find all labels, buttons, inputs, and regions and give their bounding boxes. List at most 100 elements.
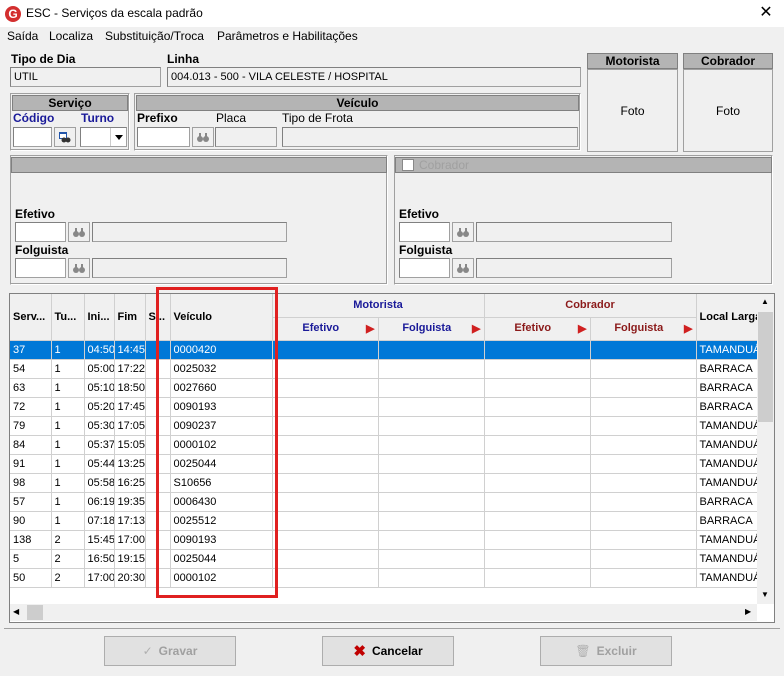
menu-parametros[interactable]: Parâmetros e Habilitações (217, 29, 358, 43)
prefixo-search-button[interactable] (192, 127, 214, 147)
cell-serv[interactable]: 98 (10, 473, 52, 493)
cell-turno[interactable]: 2 (51, 530, 85, 550)
scroll-down-icon[interactable]: ▼ (761, 590, 769, 599)
excluir-button[interactable]: 🗑 Excluir (540, 636, 672, 666)
cell-cobrador-folguista[interactable] (590, 568, 697, 588)
cell-cobrador-efetivo[interactable] (484, 473, 591, 493)
scroll-right-icon[interactable]: ▶ (745, 607, 751, 616)
cell-motorista-efetivo[interactable] (272, 473, 379, 493)
cell-fim[interactable]: 19:15 (114, 549, 146, 569)
table-row[interactable]: 63 1 05:10 18:50 0027660 BARRACA (10, 378, 769, 398)
cell-inicio[interactable]: 05:37 (84, 435, 115, 455)
cell-motorista-folguista[interactable] (378, 549, 485, 569)
cell-serv[interactable]: 90 (10, 511, 52, 531)
cell-motorista-folguista[interactable] (378, 416, 485, 436)
cell-fim[interactable]: 17:00 (114, 530, 146, 550)
close-icon[interactable]: ✕ (752, 3, 780, 23)
col-motorista-folguista[interactable]: Folguista ▶ (378, 317, 485, 341)
cobrador-checkbox[interactable] (402, 159, 414, 171)
cell-serv[interactable]: 138 (10, 530, 52, 550)
table-row[interactable]: 5 2 16:50 19:15 0025044 TAMANDUÁ (10, 549, 769, 569)
cell-inicio[interactable]: 04:50 (84, 340, 115, 360)
cell-inicio[interactable]: 06:19 (84, 492, 115, 512)
cell-cobrador-folguista[interactable] (590, 435, 697, 455)
cell-turno[interactable]: 1 (51, 492, 85, 512)
cell-turno[interactable]: 1 (51, 359, 85, 379)
cell-cobrador-folguista[interactable] (590, 378, 697, 398)
cell-cobrador-efetivo[interactable] (484, 568, 591, 588)
horizontal-scrollbar[interactable]: ◀ ▶ (10, 604, 757, 621)
cell-cobrador-folguista[interactable] (590, 549, 697, 569)
tipo-dia-field[interactable]: UTIL (10, 67, 161, 87)
cell-fim[interactable]: 16:25 (114, 473, 146, 493)
cell-fim[interactable]: 17:05 (114, 416, 146, 436)
col-cobrador-efetivo[interactable]: Efetivo ▶ (484, 317, 591, 341)
gravar-button[interactable]: ✓ Gravar (104, 636, 236, 666)
cell-motorista-efetivo[interactable] (272, 492, 379, 512)
cell-serv[interactable]: 63 (10, 378, 52, 398)
cell-fim[interactable]: 20:30 (114, 568, 146, 588)
table-row[interactable]: 98 1 05:58 16:25 S10656 TAMANDUÁ (10, 473, 769, 493)
folguista-search-button-right[interactable] (452, 258, 474, 278)
cell-turno[interactable]: 1 (51, 511, 85, 531)
col-turno[interactable]: Tu... (51, 294, 85, 341)
col-serv[interactable]: Serv... (10, 294, 52, 341)
cell-inicio[interactable]: 05:00 (84, 359, 115, 379)
cell-serv[interactable]: 50 (10, 568, 52, 588)
col-inicio[interactable]: Ini... (84, 294, 115, 341)
cell-motorista-folguista[interactable] (378, 359, 485, 379)
vertical-scrollbar[interactable]: ▲ ▼ (757, 294, 774, 604)
cell-turno[interactable]: 2 (51, 549, 85, 569)
calendar-search-button[interactable] (54, 127, 76, 147)
cell-serv[interactable]: 57 (10, 492, 52, 512)
linha-field[interactable]: 004.013 - 500 - VILA CELESTE / HOSPITAL (167, 67, 581, 87)
efetivo-input-right[interactable] (399, 222, 450, 242)
cell-serv[interactable]: 72 (10, 397, 52, 417)
cell-motorista-folguista[interactable] (378, 435, 485, 455)
cell-cobrador-efetivo[interactable] (484, 435, 591, 455)
cell-motorista-efetivo[interactable] (272, 530, 379, 550)
cell-inicio[interactable]: 05:20 (84, 397, 115, 417)
menu-saida[interactable]: Saída (7, 29, 38, 43)
cell-serv[interactable]: 79 (10, 416, 52, 436)
cell-fim[interactable]: 17:45 (114, 397, 146, 417)
prefixo-input[interactable] (137, 127, 190, 147)
cell-fim[interactable]: 18:50 (114, 378, 146, 398)
cell-fim[interactable]: 19:35 (114, 492, 146, 512)
cell-cobrador-folguista[interactable] (590, 359, 697, 379)
cell-motorista-efetivo[interactable] (272, 397, 379, 417)
cell-motorista-efetivo[interactable] (272, 568, 379, 588)
scroll-thumb-h[interactable] (27, 605, 43, 620)
cell-serv[interactable]: 91 (10, 454, 52, 474)
cell-cobrador-efetivo[interactable] (484, 416, 591, 436)
cell-turno[interactable]: 1 (51, 397, 85, 417)
cell-cobrador-folguista[interactable] (590, 511, 697, 531)
scroll-thumb-v[interactable] (758, 312, 773, 422)
cell-cobrador-folguista[interactable] (590, 416, 697, 436)
cell-motorista-folguista[interactable] (378, 473, 485, 493)
cell-cobrador-efetivo[interactable] (484, 549, 591, 569)
cell-serv[interactable]: 37 (10, 340, 52, 360)
cell-cobrador-efetivo[interactable] (484, 492, 591, 512)
cell-cobrador-efetivo[interactable] (484, 340, 591, 360)
menu-localiza[interactable]: Localiza (49, 29, 93, 43)
folguista-input-left[interactable] (15, 258, 66, 278)
scroll-left-icon[interactable]: ◀ (13, 607, 19, 616)
cell-cobrador-efetivo[interactable] (484, 397, 591, 417)
cell-motorista-efetivo[interactable] (272, 359, 379, 379)
cell-inicio[interactable]: 05:10 (84, 378, 115, 398)
col-cobrador-folguista[interactable]: Folguista ▶ (590, 317, 697, 341)
cell-motorista-folguista[interactable] (378, 397, 485, 417)
cell-turno[interactable]: 1 (51, 416, 85, 436)
cell-motorista-folguista[interactable] (378, 492, 485, 512)
table-row[interactable]: 138 2 15:45 17:00 0090193 TAMANDUÁ (10, 530, 769, 550)
cell-cobrador-folguista[interactable] (590, 454, 697, 474)
efetivo-input-left[interactable] (15, 222, 66, 242)
cell-motorista-folguista[interactable] (378, 530, 485, 550)
cell-inicio[interactable]: 05:58 (84, 473, 115, 493)
cell-inicio[interactable]: 05:44 (84, 454, 115, 474)
table-row[interactable]: 50 2 17:00 20:30 0000102 TAMANDUÁ (10, 568, 769, 588)
cell-inicio[interactable]: 05:30 (84, 416, 115, 436)
efetivo-search-button-right[interactable] (452, 222, 474, 242)
cell-motorista-efetivo[interactable] (272, 454, 379, 474)
